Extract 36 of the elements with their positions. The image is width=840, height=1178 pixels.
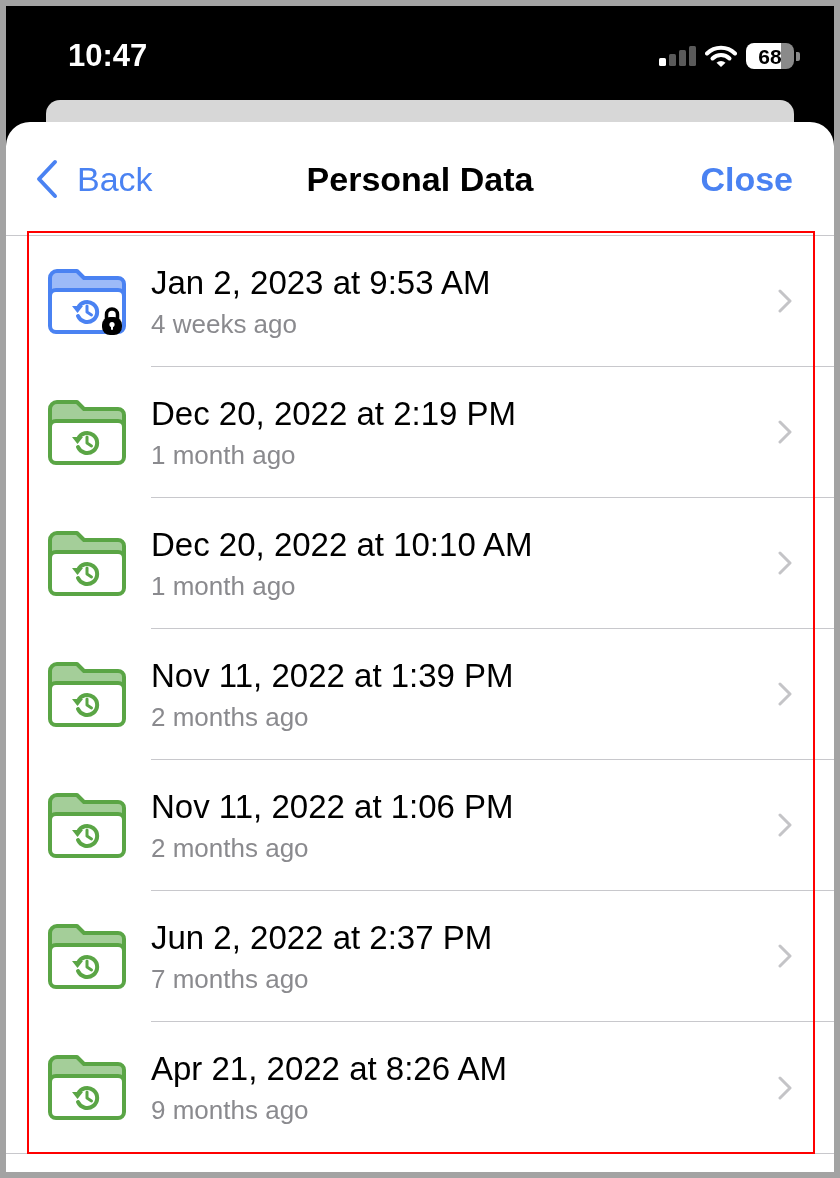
signal-icon — [659, 46, 696, 66]
back-chevron-icon — [35, 158, 59, 199]
backup-list-item[interactable]: Dec 20, 2022 at 2:19 PM 1 month ago — [6, 367, 834, 498]
chevron-right-icon — [778, 1075, 792, 1100]
backup-date: Jan 2, 2023 at 9:53 AM — [151, 262, 492, 303]
backup-age: 2 months ago — [151, 700, 310, 733]
chevron-right-icon — [778, 289, 792, 313]
chevron-right-icon — [778, 813, 792, 837]
close-button[interactable]: Close — [700, 158, 834, 199]
backup-age: 1 month ago — [151, 438, 297, 471]
backup-date: Jun 2, 2022 at 2:37 PM — [151, 917, 494, 958]
backup-age: 9 months ago — [151, 1094, 310, 1126]
chevron-right-icon — [778, 944, 792, 968]
backup-list-item[interactable]: Nov 11, 2022 at 1:39 PM 2 months ago — [6, 629, 834, 760]
backup-list-item[interactable]: Nov 11, 2022 at 1:06 PM 2 months ago — [6, 760, 834, 891]
backup-list-item[interactable]: Dec 20, 2022 at 10:10 AM 1 month ago — [6, 498, 834, 629]
backup-date: Nov 11, 2022 at 1:39 PM — [151, 655, 515, 696]
battery-indicator: 68 — [746, 43, 800, 69]
chevron-right-icon — [778, 420, 792, 444]
backup-age: 2 months ago — [151, 831, 310, 864]
backup-age: 7 months ago — [151, 962, 310, 995]
backup-date: Nov 11, 2022 at 1:06 PM — [151, 786, 515, 827]
backup-date: Apr 21, 2022 at 8:26 AM — [151, 1049, 508, 1089]
backup-date: Dec 20, 2022 at 10:10 AM — [151, 524, 534, 565]
status-time: 10:47 — [68, 40, 148, 72]
chevron-right-icon — [778, 682, 792, 706]
wifi-icon — [705, 44, 737, 68]
chevron-right-icon — [778, 551, 792, 575]
screen-title: Personal Data — [306, 158, 534, 199]
backup-list-item[interactable]: Jan 2, 2023 at 9:53 AM 4 weeks ago — [6, 236, 834, 367]
back-button[interactable]: Back — [6, 158, 153, 199]
backup-age: 1 month ago — [151, 569, 297, 602]
backup-date: Dec 20, 2022 at 2:19 PM — [151, 393, 518, 434]
backup-list-item[interactable]: Jun 2, 2022 at 2:37 PM 7 months ago — [6, 891, 834, 1022]
backup-age: 4 weeks ago — [151, 307, 298, 340]
backup-list-item[interactable]: Apr 21, 2022 at 8:26 AM 9 months ago — [6, 1022, 834, 1153]
